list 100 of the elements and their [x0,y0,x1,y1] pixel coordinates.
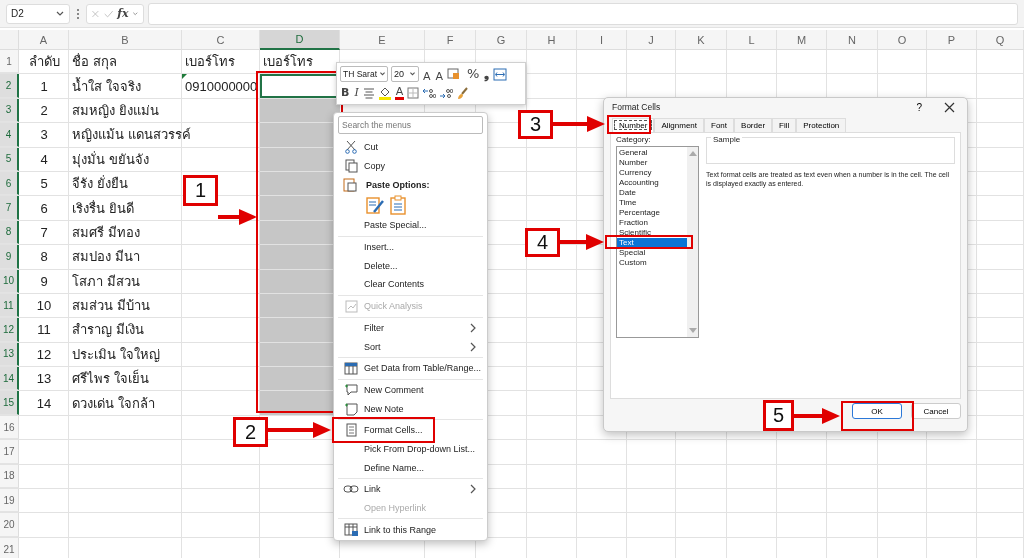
category-item[interactable]: Currency [617,168,687,178]
column-header[interactable]: G [476,30,527,50]
category-item[interactable]: General [617,148,687,158]
scroll-down-icon[interactable] [688,328,697,334]
column-header[interactable]: D [260,30,340,50]
wrap-text-icon[interactable] [493,67,508,81]
column-header[interactable]: O [878,30,927,50]
row-header[interactable]: 19 [0,489,19,513]
row-header[interactable]: 6 [0,171,19,196]
menu-item[interactable]: New Note [338,399,410,418]
row-header[interactable]: 4 [0,123,19,147]
menu-item[interactable]: Link [338,480,483,499]
column-header[interactable]: A [19,30,69,50]
row-header[interactable]: 8 [0,220,19,245]
row-header[interactable]: 16 [0,415,19,440]
formula-input[interactable] [148,2,1018,25]
category-item[interactable]: Custom [617,258,687,268]
italic-button[interactable]: I [353,86,360,100]
row-header[interactable]: 3 [0,98,19,123]
decrease-decimal-icon[interactable] [439,87,454,99]
close-icon[interactable] [944,101,955,113]
column-header[interactable]: N [827,30,878,50]
menu-item[interactable]: Copy [338,156,391,176]
menu-item[interactable]: Pick From Drop-down List... [338,439,482,459]
dialog-tab[interactable]: Fill [772,118,797,132]
font-name-dropdown[interactable]: TH Sarat [340,66,388,82]
column-header[interactable]: K [676,30,727,50]
font-color-button[interactable]: A [394,86,405,100]
column-header[interactable]: J [627,30,676,50]
menu-item[interactable]: New Comment [338,380,430,400]
row-header[interactable]: 17 [0,440,19,464]
dialog-tab[interactable]: Alignment [654,118,705,132]
row-header[interactable]: 12 [0,318,19,342]
column-header[interactable]: L [727,30,777,50]
category-item[interactable]: Time [617,198,687,208]
help-button[interactable]: ? [916,101,922,113]
row-header[interactable]: 13 [0,342,19,367]
menu-item[interactable]: Clear Contents [338,275,431,294]
paste-formatting-icon[interactable] [366,195,385,216]
menu-item[interactable]: Filter [338,318,483,338]
category-item[interactable]: Special [617,248,687,258]
menu-item[interactable]: Sort [338,337,483,356]
row-header[interactable]: 15 [0,391,19,415]
ok-button[interactable]: OK [852,403,902,419]
row-header[interactable]: 11 [0,293,19,318]
category-item[interactable]: Date [617,188,687,198]
category-item[interactable]: Percentage [617,208,687,218]
dialog-tab[interactable]: Number [612,118,655,132]
menu-item[interactable]: Format Cells... [338,420,429,440]
row-header[interactable]: 2 [0,74,19,98]
menu-item[interactable]: Link to this Range [338,520,443,540]
menu-item[interactable]: Delete... [338,256,404,276]
column-header[interactable]: H [527,30,577,50]
percent-style-button[interactable]: % [466,67,481,81]
row-header[interactable]: 7 [0,196,19,220]
comma-style-button[interactable]: ❟ [483,67,491,81]
dialog-tab[interactable]: Font [704,118,735,132]
menu-search-field[interactable]: Search the menus [338,116,483,134]
column-header[interactable]: E [340,30,425,50]
menu-item[interactable]: Paste Special... [338,216,433,235]
menu-item[interactable]: Define Name... [338,458,431,477]
row-header[interactable]: 1 [0,50,19,74]
dialog-tab[interactable]: Protection [796,118,847,132]
column-header[interactable]: M [777,30,827,50]
menu-item[interactable]: Get Data from Table/Range... [338,358,487,378]
fill-color-icon[interactable] [377,86,392,100]
category-item[interactable]: Scientific [617,228,687,238]
decrease-font-button[interactable]: A [434,64,445,84]
increase-decimal-icon[interactable] [422,87,437,99]
borders-icon[interactable] [407,87,420,99]
category-item[interactable]: Fraction [617,218,687,228]
insert-function-button[interactable]: fx [117,7,129,20]
menu-item[interactable]: Insert... [338,237,400,257]
font-size-dropdown[interactable]: 20 [391,66,419,82]
dropdown-icon[interactable] [132,9,139,18]
name-box[interactable]: D2 [6,3,70,24]
increase-font-button[interactable]: A [422,64,432,84]
column-header[interactable]: P [927,30,977,50]
column-header[interactable]: Q [977,30,1024,50]
bold-button[interactable]: B [340,86,351,100]
row-header[interactable]: 5 [0,147,19,171]
paste-values-icon[interactable] [390,195,406,216]
column-header[interactable]: B [69,30,182,50]
dialog-tab[interactable]: Border [734,118,773,132]
scrollbar[interactable] [687,147,698,337]
column-header[interactable]: C [182,30,260,50]
row-header[interactable]: 10 [0,269,19,293]
row-header[interactable]: 21 [0,537,19,558]
row-header[interactable]: 18 [0,464,19,489]
more-icon[interactable] [76,7,80,20]
cancel-button[interactable]: Cancel [911,403,961,419]
row-header[interactable]: 14 [0,367,19,391]
category-item[interactable]: Number [617,158,687,168]
row-header[interactable]: 20 [0,513,19,537]
paintbrush-icon[interactable] [456,86,470,100]
column-header[interactable]: F [425,30,476,50]
row-header[interactable]: 9 [0,245,19,269]
menu-item[interactable]: Cut [338,138,384,157]
scroll-up-icon[interactable] [688,150,697,156]
center-align-icon[interactable] [362,87,375,99]
